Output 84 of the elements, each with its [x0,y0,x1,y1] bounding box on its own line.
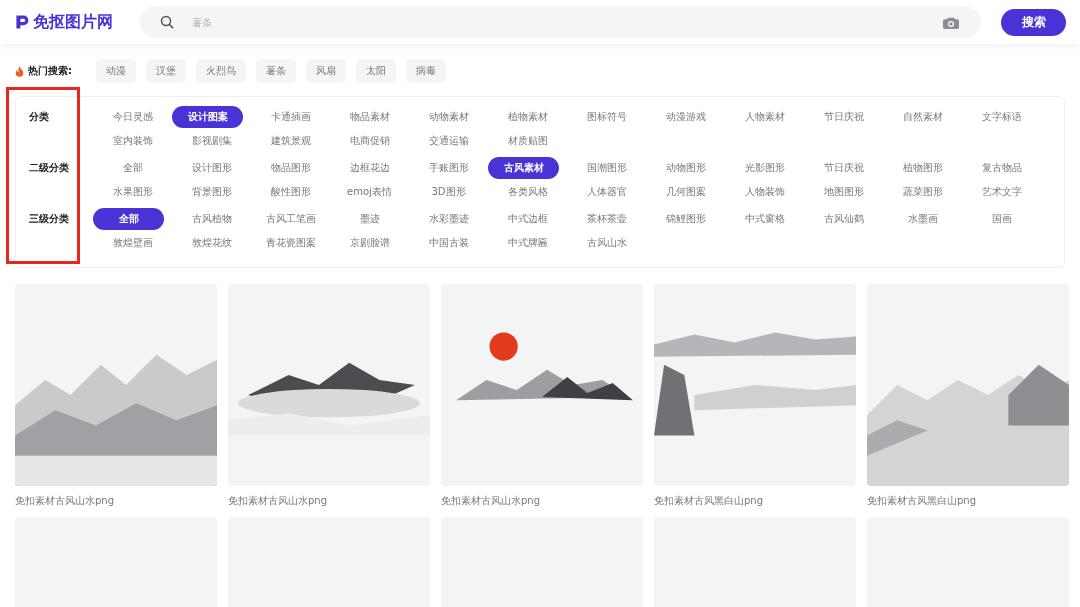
category-chip[interactable]: 地图图形 [804,181,883,203]
category-chip[interactable]: 手账图形 [409,157,488,179]
category-chip[interactable]: 国画 [962,208,1041,230]
hot-search-tag[interactable]: 太阳 [356,59,396,83]
image-caption: 免扣素材古风山水png [441,494,542,508]
category-chip[interactable]: 植物图形 [883,157,962,179]
category-chip[interactable]: 边框花边 [330,157,409,179]
category-chip[interactable]: 蔬菜图形 [883,181,962,203]
category-chip[interactable]: 自然素材 [883,106,962,128]
category-chip[interactable]: 节日庆祝 [804,106,883,128]
category-chip[interactable]: 锦鲤图形 [646,208,725,230]
category-chip[interactable]: 中式牌匾 [488,232,567,254]
camera-icon[interactable] [943,16,959,29]
category-chip[interactable]: 人物素材 [725,106,804,128]
category-chip[interactable]: 墨迹 [330,208,409,230]
category-chip[interactable]: 动物图形 [646,157,725,179]
category-chip[interactable]: 茶杯茶壶 [567,208,646,230]
category-chip[interactable]: 中式窗格 [725,208,804,230]
site-logo[interactable]: 免抠图片网 [33,11,113,33]
category-chip[interactable]: 背景图形 [172,181,251,203]
category-chip[interactable]: 古风工笔画 [251,208,330,230]
category-chip[interactable]: emoj表情 [330,181,409,203]
category-chip[interactable]: 交通运输 [409,130,488,152]
hot-search-tag[interactable]: 火烈鸟 [196,59,246,83]
category-chip[interactable]: 青花瓷图案 [251,232,330,254]
category-chip[interactable]: 全部 [93,157,172,179]
category-chip[interactable]: 古风仙鹤 [804,208,883,230]
category-chip[interactable]: 古风植物 [172,208,251,230]
category-chip[interactable]: 物品图形 [251,157,330,179]
image-caption: 免扣素材古风黑白山png [654,494,765,508]
category-chip[interactable]: 物品素材 [330,106,409,128]
search-button[interactable]: 搜索 [1001,8,1066,36]
category-chip[interactable]: 国潮图形 [567,157,646,179]
hot-search-tag[interactable]: 动漫 [96,59,136,83]
category-chip[interactable]: 文字标语 [962,106,1041,128]
category-chip[interactable]: 卡通插画 [251,106,330,128]
category-chip[interactable]: 几何图案 [646,181,725,203]
filter-label: 三级分类 [28,212,70,226]
category-chip[interactable]: 古风素材 [488,157,559,179]
category-chip[interactable]: 水墨画 [883,208,962,230]
image-caption: 免扣素材古风山水png [15,494,116,508]
category-chip[interactable]: 影视剧集 [172,130,251,152]
category-chip[interactable]: 敦煌花纹 [172,232,251,254]
category-chip[interactable]: 古风山水 [567,232,646,254]
category-chip[interactable]: 室内装饰 [93,130,172,152]
category-chip[interactable]: 植物素材 [488,106,567,128]
fire-icon [15,65,24,77]
category-chip[interactable]: 3D图形 [409,181,488,203]
category-chip[interactable]: 电商促销 [330,130,409,152]
category-chip[interactable]: 艺术文字 [962,181,1041,203]
category-chip[interactable]: 各类风格 [488,181,567,203]
hot-search-tag[interactable]: 风扇 [306,59,346,83]
logo-icon [14,14,30,30]
hot-search-label: 热门搜索: [28,64,72,78]
image-caption: 免扣素材古风黑白山png [867,494,978,508]
hot-search-tag[interactable]: 病毒 [406,59,446,83]
hot-search-tag[interactable]: 薯条 [256,59,296,83]
search-field[interactable]: 薯条 [140,6,981,38]
category-chip[interactable]: 人物装饰 [725,181,804,203]
category-chip[interactable]: 水彩墨迹 [409,208,488,230]
category-chip[interactable]: 材质贴图 [488,130,567,152]
filter-label: 分类 [28,110,50,124]
category-chip[interactable]: 设计图案 [172,106,243,128]
category-chip[interactable]: 今日灵感 [93,106,172,128]
category-chip[interactable]: 中式边框 [488,208,567,230]
category-chip[interactable]: 水果图形 [93,181,172,203]
category-chip[interactable]: 节日庆祝 [804,157,883,179]
category-chip[interactable]: 京剧脸谱 [330,232,409,254]
category-chip[interactable]: 动物素材 [409,106,488,128]
category-chip[interactable]: 酸性图形 [251,181,330,203]
category-chip[interactable]: 中国古装 [409,232,488,254]
hot-search-tag[interactable]: 汉堡 [146,59,186,83]
filter-label: 二级分类 [28,161,70,175]
category-chip[interactable]: 图标符号 [567,106,646,128]
category-chip[interactable]: 动漫游戏 [646,106,725,128]
category-chip[interactable]: 人体器官 [567,181,646,203]
category-chip[interactable]: 复古物品 [962,157,1041,179]
image-caption: 免扣素材古风山水png [228,494,329,508]
category-chip[interactable]: 设计图形 [172,157,251,179]
category-chip[interactable]: 敦煌壁画 [93,232,172,254]
category-chip[interactable]: 光影图形 [725,157,804,179]
category-chip[interactable]: 建筑景观 [251,130,330,152]
category-chip[interactable]: 全部 [93,208,164,230]
search-icon [160,15,175,30]
